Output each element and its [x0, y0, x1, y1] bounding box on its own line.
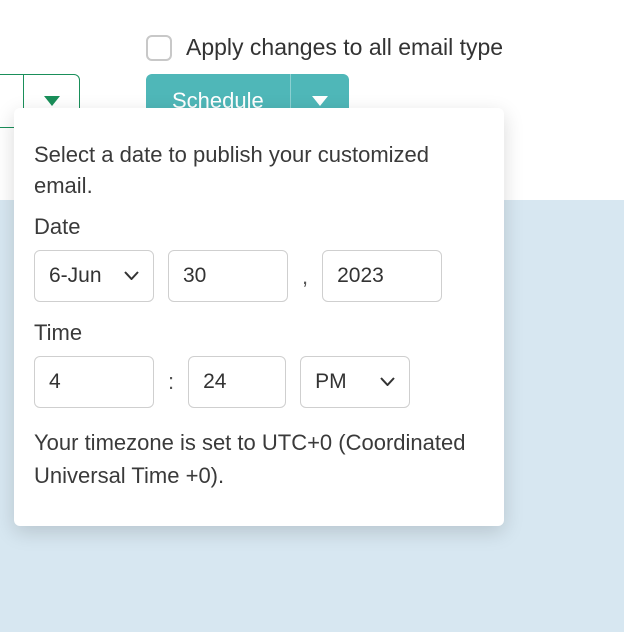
ampm-value: PM	[315, 370, 347, 394]
day-input[interactable]: 30	[168, 250, 288, 302]
chevron-down-icon	[124, 271, 139, 280]
chevron-down-icon	[44, 96, 60, 106]
day-value: 30	[183, 264, 206, 288]
apply-all-label: Apply changes to all email type	[186, 34, 503, 61]
minute-value: 24	[203, 370, 226, 394]
schedule-popover: Select a date to publish your customized…	[14, 108, 504, 526]
date-label: Date	[34, 214, 484, 240]
year-value: 2023	[337, 264, 384, 288]
hour-value: 4	[49, 370, 61, 394]
comma-separator: ,	[302, 264, 308, 302]
colon-separator: :	[168, 369, 174, 395]
minute-input[interactable]: 24	[188, 356, 286, 408]
hour-input[interactable]: 4	[34, 356, 154, 408]
chevron-down-icon	[380, 377, 395, 386]
year-input[interactable]: 2023	[322, 250, 442, 302]
timezone-note: Your timezone is set to UTC+0 (Coordinat…	[34, 426, 484, 492]
chevron-down-icon	[312, 96, 328, 106]
time-row: 4 : 24 PM	[34, 356, 484, 408]
time-label: Time	[34, 320, 484, 346]
popover-intro: Select a date to publish your customized…	[34, 140, 484, 202]
date-row: 6-Jun 30 , 2023	[34, 250, 484, 302]
month-select[interactable]: 6-Jun	[34, 250, 154, 302]
apply-all-row: Apply changes to all email type	[146, 34, 503, 61]
month-value: 6-Jun	[49, 264, 102, 288]
apply-all-checkbox[interactable]	[146, 35, 172, 61]
ampm-select[interactable]: PM	[300, 356, 410, 408]
